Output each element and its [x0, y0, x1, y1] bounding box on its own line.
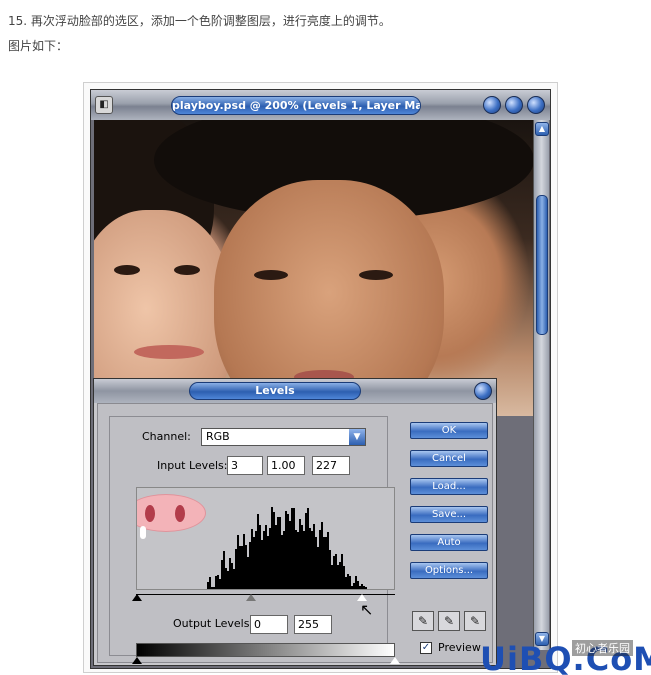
levels-titlebar[interactable]: Levels	[94, 379, 496, 403]
output-levels-label: Output Levels:	[173, 617, 254, 630]
scroll-up-icon[interactable]: ▲	[535, 122, 549, 136]
input-gamma-field[interactable]: 1.00	[267, 456, 305, 475]
ok-button[interactable]: OK	[410, 422, 488, 439]
save-button[interactable]: Save...	[410, 506, 488, 523]
watermark-subtext: 初心者乐园	[572, 640, 633, 656]
black-eyedropper-icon[interactable]: ✎	[412, 611, 434, 631]
input-black-field[interactable]: 3	[227, 456, 263, 475]
output-black-slider[interactable]	[132, 657, 142, 664]
channel-value: RGB	[206, 430, 230, 443]
levels-histogram	[136, 487, 395, 590]
auto-button[interactable]: Auto	[410, 534, 488, 551]
document-photo	[94, 120, 534, 416]
preview-label: Preview	[438, 641, 481, 654]
input-levels-label: Input Levels:	[157, 459, 228, 472]
levels-dialog: Levels Channel: RGB ▼ Input Levels: 3 1.…	[93, 378, 497, 666]
channel-select[interactable]: RGB ▼	[201, 428, 366, 446]
chevron-down-icon[interactable]: ▼	[349, 429, 365, 445]
levels-title: Levels	[189, 382, 361, 400]
close-icon[interactable]	[474, 382, 492, 400]
gray-eyedropper-icon[interactable]: ✎	[438, 611, 460, 631]
levels-group: Channel: RGB ▼ Input Levels: 3 1.00 227	[109, 416, 400, 664]
lips	[134, 345, 204, 359]
eye	[359, 270, 393, 280]
close-icon[interactable]	[527, 96, 545, 114]
vertical-scrollbar[interactable]: ▲ ▼	[533, 120, 549, 650]
output-gradient-bar	[136, 643, 395, 657]
input-gamma-slider[interactable]	[246, 594, 256, 601]
output-black-field[interactable]: 0	[250, 615, 288, 634]
eye	[114, 265, 140, 275]
eye	[254, 270, 288, 280]
mouse-cursor-icon: ↖	[360, 600, 374, 619]
scroll-thumb[interactable]	[536, 195, 548, 335]
document-icon: ◧	[95, 96, 113, 114]
histogram-bar	[365, 587, 367, 589]
options-button[interactable]: Options...	[410, 562, 488, 579]
white-eyedropper-icon[interactable]: ✎	[464, 611, 486, 631]
levels-body: Channel: RGB ▼ Input Levels: 3 1.00 227	[97, 403, 493, 664]
load-button[interactable]: Load...	[410, 478, 488, 495]
page: 15. 再次浮动脸部的选区，添加一个色阶调整图层，进行亮度上的调节。 图片如下：…	[0, 0, 651, 675]
photoshop-document-window: ◧ playboy.psd @ 200% (Levels 1, Layer Ma…	[90, 89, 551, 669]
preview-checkbox[interactable]: ✓	[420, 642, 432, 654]
output-white-field[interactable]: 255	[294, 615, 332, 634]
zoom-icon[interactable]	[505, 96, 523, 114]
article-text-caption: 图片如下：	[8, 39, 69, 53]
nostril	[175, 505, 185, 522]
minimize-icon[interactable]	[483, 96, 501, 114]
input-black-slider[interactable]	[132, 594, 142, 601]
output-white-slider[interactable]	[390, 657, 400, 664]
nostril	[145, 505, 155, 522]
drop-icon	[140, 526, 146, 539]
input-white-field[interactable]: 227	[312, 456, 350, 475]
window-titlebar[interactable]: ◧ playboy.psd @ 200% (Levels 1, Layer Ma…	[91, 90, 550, 120]
article-text-step15: 15. 再次浮动脸部的选区，添加一个色阶调整图层，进行亮度上的调节。	[8, 14, 391, 28]
channel-label: Channel:	[142, 430, 191, 443]
eye	[174, 265, 200, 275]
pig-nose-icon	[137, 494, 206, 539]
window-title: playboy.psd @ 200% (Levels 1, Layer Mask…	[171, 96, 421, 115]
cancel-button[interactable]: Cancel	[410, 450, 488, 467]
